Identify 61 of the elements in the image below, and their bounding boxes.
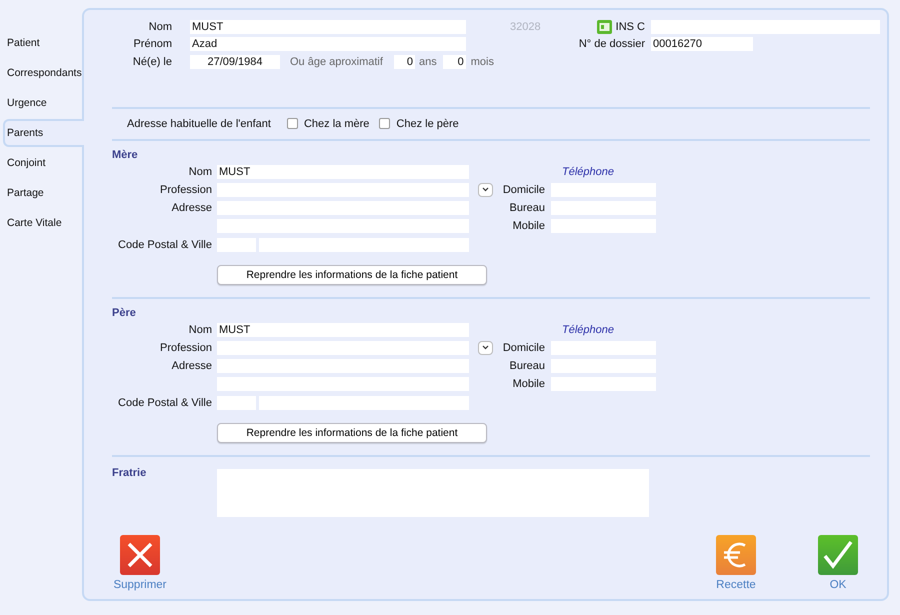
dropdown-button[interactable] (478, 182, 493, 196)
copy-patient-info-button[interactable]: Reprendre les informations de la fiche patient (217, 422, 487, 442)
field-label: Code Postal & Ville (117, 239, 213, 251)
checkbox[interactable] (286, 118, 298, 129)
field-label: Bureau (508, 202, 546, 214)
input-field[interactable]: 0 (394, 54, 415, 69)
checkbox-label: Chez la mère (304, 118, 370, 130)
sidebar-tab[interactable]: Partage (0, 178, 82, 208)
field-label: Nom (148, 20, 172, 33)
field-label: Domicile (502, 184, 546, 196)
input-field[interactable]: Azad (190, 37, 466, 52)
field-label: Code Postal & Ville (117, 397, 213, 409)
input-field[interactable]: 0 (442, 54, 466, 69)
column-heading: Téléphone (561, 166, 615, 178)
sidebar-tab[interactable]: Carte Vitale (0, 208, 82, 238)
sidebar-tab[interactable]: Correspondants (0, 58, 82, 88)
unit-label: mois (470, 56, 494, 68)
sidebar-tab[interactable]: Parents (3, 119, 84, 147)
copy-patient-info-button[interactable]: Reprendre les informations de la fiche patient (217, 264, 487, 284)
delete-button[interactable]: Supprimer (108, 534, 172, 590)
field-label: Domicile (502, 342, 546, 354)
euro-icon (716, 534, 756, 574)
field-label: Adresse (170, 360, 213, 372)
field-label: Ou âge aproximatif (290, 56, 384, 68)
card-icon (596, 20, 612, 34)
field-label: INS C (616, 20, 645, 33)
field-label: Profession (159, 184, 213, 196)
unit-label: ans (419, 56, 437, 68)
sidebar-tab[interactable]: Urgence (0, 88, 82, 118)
dropdown-button[interactable] (478, 340, 493, 354)
field-label: Adresse habituelle de l'enfant (127, 118, 271, 130)
field-label: Nom (188, 166, 213, 178)
field-label: Mobile (512, 378, 546, 390)
field-label: N° de dossier (578, 38, 645, 50)
patient-number: 32028 (510, 20, 542, 33)
checkbox-label: Chez le père (396, 118, 459, 130)
checkbox[interactable] (379, 118, 390, 129)
input-field[interactable]: MUST (190, 20, 466, 34)
section-title: Fratrie (112, 466, 148, 480)
field-label: Bureau (508, 360, 546, 372)
field-label: Profession (159, 342, 213, 354)
field-label: Nom (188, 324, 213, 336)
column-heading: Téléphone (561, 324, 615, 336)
input-field[interactable]: MUST (217, 164, 469, 178)
field-label: Mobile (512, 220, 546, 232)
chevron-icon (482, 345, 489, 350)
sidebar-tab[interactable]: Conjoint (0, 148, 82, 178)
section-title: Père (112, 306, 137, 320)
input-field[interactable]: 00016270 (651, 37, 753, 52)
chevron-icon (482, 187, 489, 192)
payment-button[interactable]: Recette (704, 534, 768, 590)
input-field[interactable]: 27/09/1984 (190, 54, 280, 69)
checkmark-icon (818, 534, 858, 574)
field-label: Né(e) le (132, 56, 172, 68)
input-field[interactable]: MUST (217, 322, 469, 336)
field-label: Adresse (170, 202, 213, 214)
delete-icon (120, 534, 160, 574)
sidebar-tab[interactable]: Patient (0, 28, 82, 58)
field-label: Prénom (132, 38, 172, 50)
section-title: Mère (112, 148, 139, 162)
ok-button[interactable]: OK (806, 534, 870, 590)
